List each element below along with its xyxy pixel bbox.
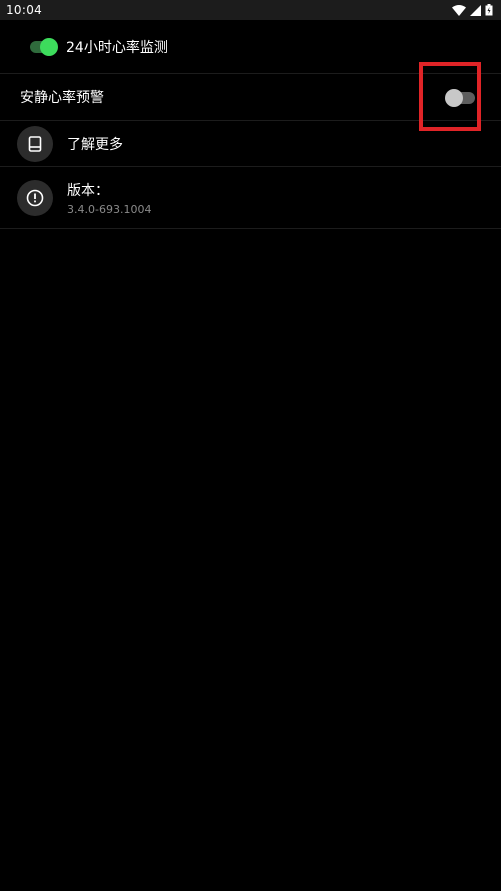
version-row: 版本： 3.4.0-693.1004 — [0, 167, 501, 229]
book-icon — [28, 135, 42, 152]
signal-icon — [470, 4, 481, 16]
version-icon-circle — [17, 179, 53, 216]
toggle-knob — [40, 37, 58, 56]
info-icon — [26, 189, 44, 206]
monitor-24h-label: 24小时心率监测 — [66, 39, 168, 56]
highlight-box — [419, 62, 481, 131]
version-value: 3.4.0-693.1004 — [67, 202, 152, 216]
learn-more-label: 了解更多 — [67, 136, 123, 153]
system-icons — [452, 4, 493, 16]
monitor-24h-toggle[interactable] — [30, 37, 58, 56]
wifi-icon — [452, 4, 466, 16]
version-text: 版本： 3.4.0-693.1004 — [67, 180, 151, 216]
learn-more-icon-circle — [17, 125, 53, 162]
status-time: 10:04 — [6, 3, 43, 17]
quiet-alert-label: 安静心率预警 — [20, 90, 104, 106]
status-bar: 10:04 — [0, 0, 501, 20]
battery-icon — [485, 4, 493, 16]
version-label: 版本： — [67, 182, 109, 199]
